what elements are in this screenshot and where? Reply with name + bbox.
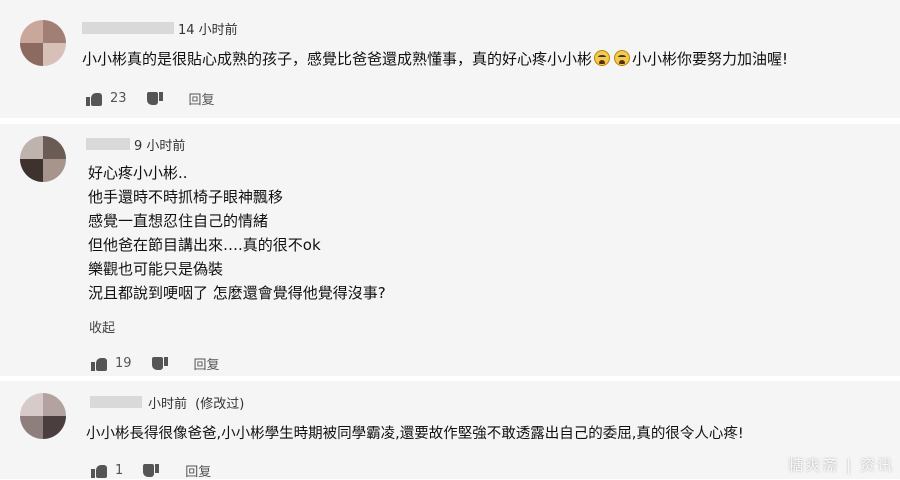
comment-line: 樂觀也可能只是偽裝	[88, 260, 224, 278]
thumbs-up-icon[interactable]	[86, 92, 102, 106]
thumbs-up-icon[interactable]	[91, 464, 107, 478]
comment-actions: 1 回复	[91, 461, 211, 480]
reply-button[interactable]: 回复	[189, 89, 215, 108]
watermark: 糖爽斋 | 资讯	[788, 456, 894, 474]
comment-time[interactable]: 9 小时前	[134, 135, 185, 154]
reply-button[interactable]: 回复	[194, 354, 220, 373]
like-count: 23	[110, 91, 127, 106]
thumbs-down-icon[interactable]	[143, 463, 160, 478]
avatar[interactable]	[20, 20, 66, 66]
comment-card: 14 小时前 小小彬真的是很貼心成熟的孩子，感覺比爸爸還成熟懂事，真的好心疼小小…	[0, 0, 900, 118]
comment-text-part: 小小彬真的是很貼心成熟的孩子，感覺比爸爸還成熟懂事，真的好心疼小小彬	[82, 50, 593, 68]
avatar[interactable]	[20, 136, 66, 182]
comment-time-label: 小时前	[148, 397, 188, 412]
thumbs-down-icon[interactable]	[146, 91, 163, 106]
avatar[interactable]	[20, 393, 66, 439]
comment-line: 他手還時不時抓椅子眼神飄移	[88, 188, 284, 206]
username-blurred[interactable]	[82, 22, 174, 34]
username-blurred[interactable]	[86, 138, 130, 150]
comment-actions: 23 回复	[86, 89, 215, 108]
crying-face-icon	[594, 50, 611, 66]
collapse-button[interactable]: 收起	[89, 317, 115, 336]
comment-card: 9 小时前 好心疼小小彬.. 他手還時不時抓椅子眼神飄移 感覺一直想忍住自己的情…	[0, 124, 900, 376]
comment-text: 小小彬真的是很貼心成熟的孩子，感覺比爸爸還成熟懂事，真的好心疼小小彬 小小彬你要努…	[82, 47, 788, 71]
comment-text-part: 小小彬你要努力加油喔!	[632, 50, 789, 68]
comment-time[interactable]: 14 小时前	[178, 19, 238, 38]
edited-label: (修改过)	[195, 397, 245, 412]
reply-button[interactable]: 回复	[185, 461, 211, 480]
comment-actions: 19 回复	[91, 354, 220, 373]
username-blurred[interactable]	[90, 396, 142, 408]
comment-time[interactable]: 小时前 (修改过)	[148, 393, 244, 412]
like-count: 1	[115, 463, 124, 478]
crying-face-icon	[614, 50, 631, 66]
like-count: 19	[115, 356, 132, 371]
comment-line: 但他爸在節目講出來….真的很不ok	[88, 236, 321, 254]
thumbs-up-icon[interactable]	[91, 357, 107, 371]
comment-card: 小时前 (修改过) 小小彬長得很像爸爸,小小彬學生時期被同學霸凌,還要故作堅強不…	[0, 381, 900, 480]
thumbs-down-icon[interactable]	[151, 356, 168, 371]
comment-line: 感覺一直想忍住自己的情緒	[88, 212, 269, 230]
comment-line: 好心疼小小彬..	[88, 164, 188, 182]
comment-line: 小小彬長得很像爸爸,小小彬學生時期被同學霸凌,還要故作堅強不敢透露出自己的委屈,…	[86, 426, 744, 442]
comment-line: 況且都說到哽咽了 怎麼還會覺得他覺得沒事?	[88, 284, 386, 302]
